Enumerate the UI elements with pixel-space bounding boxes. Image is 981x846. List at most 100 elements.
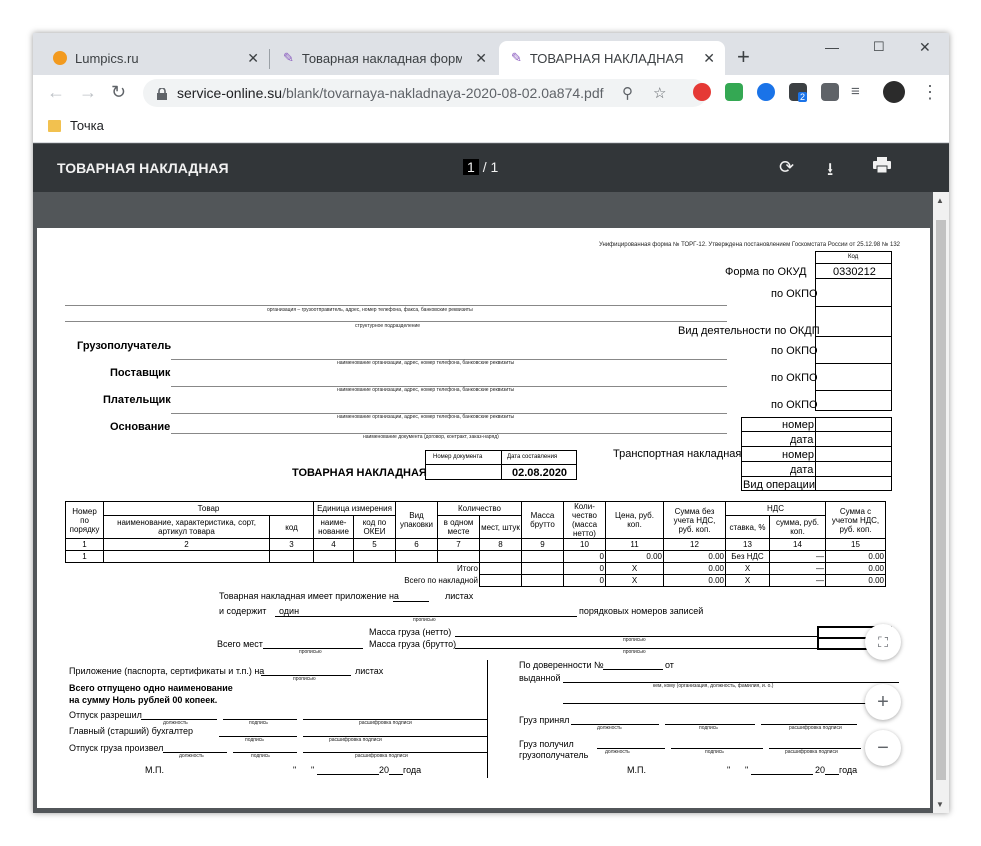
sheets-label: листах — [445, 591, 474, 601]
fit-page-button[interactable]: ⛶ — [865, 624, 901, 660]
zoom-search-icon[interactable]: ⚲ — [622, 84, 633, 102]
tab-close-icon[interactable]: ✕ — [475, 50, 487, 67]
okdp-label: Вид деятельности по ОКДП — [678, 325, 820, 337]
tab-close-icon[interactable]: ✕ — [247, 50, 259, 67]
th-vat-rate: ставка, % — [725, 515, 770, 539]
year-prefix: 20 — [379, 765, 390, 775]
tab-lumpics[interactable]: Lumpics.ru ✕ — [41, 41, 269, 75]
quote-mark: " — [311, 765, 315, 775]
propis-caption: прописью — [299, 649, 322, 655]
maximize-button[interactable]: ☐ — [873, 39, 885, 55]
doc-date-header: Дата составления — [507, 454, 558, 460]
page-separator: / — [482, 159, 487, 175]
produced-label: Отпуск груза произвел — [69, 743, 164, 753]
tab-active-nakladnaya[interactable]: ✎ ТОВАРНАЯ НАКЛАДНАЯ ✕ — [499, 41, 725, 75]
released-sum: на сумму Ноль рублей 00 копеек. — [69, 695, 218, 705]
org-req-caption: наименование организации, адрес, номер т… — [337, 360, 515, 366]
total-places-label: Всего мест — [217, 639, 263, 649]
scroll-up-icon[interactable]: ▲ — [936, 196, 944, 205]
doc-date: 02.08.2020 — [512, 467, 568, 479]
okpo-label: по ОКПО — [771, 288, 818, 300]
tab-close-icon[interactable]: ✕ — [703, 50, 715, 67]
ot-label: от — [665, 660, 674, 670]
bookmarks-bar: Точка — [33, 111, 949, 143]
th-sum-novat: Сумма без учета НДС, руб. коп. — [663, 501, 726, 539]
close-window-button[interactable]: ✕ — [919, 39, 931, 56]
doc-title: ТОВАРНАЯ НАКЛАДНАЯ — [292, 467, 427, 479]
rotate-icon[interactable]: ⟳ — [779, 157, 794, 178]
plus-icon: + — [877, 690, 889, 713]
th-unit-name: наиме-нование — [313, 515, 354, 539]
consignee2-label: грузополучатель — [519, 750, 589, 760]
browser-window: Lumpics.ru ✕ ✎ Товарная накладная форма … — [33, 33, 949, 813]
tab-title: Товарная накладная форма N — [301, 50, 462, 66]
doc-number-header: Номер документа — [433, 454, 483, 460]
footer-divider — [487, 660, 488, 778]
scroll-thumb[interactable] — [936, 220, 946, 780]
rasshifrovka-caption: расшифровка подписи — [355, 753, 408, 759]
th-count: Коли-чество (масса нетто) — [563, 501, 606, 539]
adblock-extension-icon[interactable] — [693, 83, 711, 101]
tab-title: ТОВАРНАЯ НАКЛАДНАЯ — [529, 50, 684, 66]
tab-torg12-form[interactable]: ✎ Товарная накладная форма N ✕ — [271, 41, 497, 75]
th-vat-sum: сумма, руб. коп. — [769, 515, 826, 539]
profile-avatar[interactable] — [883, 81, 905, 103]
url-path: /blank/tovarnaya-nakladnaya-2020-08-02.0… — [282, 85, 604, 101]
th-gross: Масса брутто — [521, 501, 564, 539]
quote-mark: " — [727, 765, 731, 775]
rasshifrovka-caption: расшифровка подписи — [785, 749, 838, 755]
th-num: Номер по порядку — [65, 501, 104, 539]
pdf-page: Унифицированная форма № ТОРГ-12. Утвержд… — [37, 228, 930, 808]
browser-toolbar: ← → ↻ service-online.su/blank/tovarnaya-… — [33, 75, 949, 111]
url-text: service-online.su/blank/tovarnaya-naklad… — [177, 85, 604, 101]
column-numbers-row: 1 2 3 4 5 6 7 8 9 10 11 12 13 14 15 — [65, 538, 886, 551]
scroll-down-icon[interactable]: ▼ — [936, 800, 944, 809]
music-extension-icon[interactable] — [725, 83, 743, 101]
org-req-caption: наименование организации, адрес, номер т… — [337, 414, 515, 420]
vertical-scrollbar[interactable]: ▲ ▼ — [933, 192, 949, 813]
vpn-extension-icon[interactable] — [757, 83, 775, 101]
page-total: 1 — [490, 159, 499, 175]
print-icon[interactable] — [873, 157, 891, 178]
total-row: Всего по накладной 0 X 0.00 X — 0.00 — [404, 574, 886, 587]
browser-menu-icon[interactable]: ⋮ — [921, 83, 939, 101]
media-queue-icon[interactable]: ≡ — [851, 83, 860, 101]
download-icon[interactable]: ⭳ — [827, 157, 833, 187]
propis-caption: прописью — [623, 649, 646, 655]
new-tab-button[interactable]: + — [737, 46, 750, 68]
goda-label: года — [403, 765, 422, 775]
th-qty-places: мест, штук — [479, 515, 522, 539]
zoom-out-button[interactable]: − — [865, 730, 901, 766]
back-icon[interactable]: ← — [47, 83, 65, 101]
okud-value: 0330212 — [833, 266, 876, 278]
folder-icon — [48, 120, 61, 132]
cargo-accepted-label: Груз принял — [519, 715, 570, 725]
okpo-label-4: по ОКПО — [771, 399, 818, 411]
page-current-input[interactable]: 1 — [463, 159, 479, 175]
itogo-row: Итого 0 X 0.00 X — 0.00 — [457, 562, 886, 575]
th-goods-name: наименование, характеристика, сорт, арти… — [103, 515, 270, 539]
forward-icon[interactable]: → — [79, 83, 97, 101]
package-extension-icon[interactable]: 2 — [789, 83, 808, 102]
lumpics-favicon-icon — [53, 51, 67, 65]
org-caption: организация – грузоотправитель, адрес, н… — [267, 307, 473, 313]
pdf-title: ТОВАРНАЯ НАКЛАДНАЯ — [57, 160, 229, 176]
zoom-in-button[interactable]: + — [865, 684, 901, 720]
th-vat: НДС — [725, 500, 826, 517]
allowed-label: Отпуск разрешил — [69, 710, 142, 720]
puzzle-extensions-icon[interactable] — [821, 83, 839, 101]
th-qty-one: в одном месте — [437, 515, 480, 539]
reload-icon[interactable]: ↻ — [111, 83, 126, 101]
bookmark-star-icon[interactable]: ☆ — [653, 84, 666, 102]
address-bar[interactable]: service-online.su/blank/tovarnaya-naklad… — [143, 79, 707, 107]
gross-weight-label: Масса груза (брутто) — [369, 639, 457, 649]
minimize-button[interactable]: — — [825, 39, 839, 55]
consignee-label: Грузополучатель — [77, 340, 172, 352]
bookmark-tochka[interactable]: Точка — [70, 118, 104, 133]
dolzhnost-caption: должность — [597, 725, 622, 731]
sheets-label-2: листах — [355, 666, 384, 676]
dolzhnost-caption: должность — [605, 749, 630, 755]
lock-icon — [157, 87, 167, 100]
podpis-caption: подпись — [245, 737, 264, 743]
th-unit: Единица измерения — [313, 500, 396, 517]
